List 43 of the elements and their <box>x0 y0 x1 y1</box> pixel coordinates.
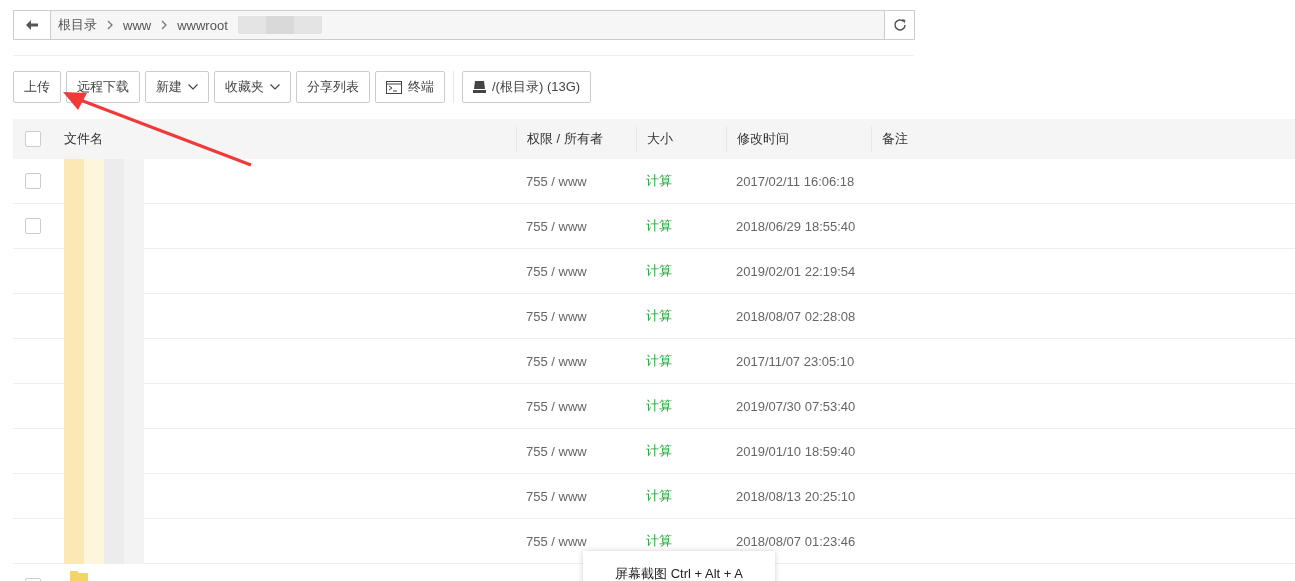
calculate-link[interactable]: 计算 <box>646 487 672 505</box>
permission-link[interactable]: 755 / www <box>526 488 587 504</box>
permission-link[interactable]: 755 / www <box>526 353 587 369</box>
calculate-link[interactable]: 计算 <box>646 172 672 190</box>
calculate-link[interactable]: 计算 <box>646 352 672 370</box>
calculate-link[interactable]: 计算 <box>646 217 672 235</box>
toolbar-button[interactable]: 上传 <box>13 71 61 103</box>
breadcrumb-link[interactable]: 根目录 <box>58 16 97 34</box>
permission-link[interactable]: 755 / www <box>526 443 587 459</box>
breadcrumb-link[interactable]: www <box>123 17 152 33</box>
table-cell: 2019/01/10 18:59:40 <box>736 443 856 459</box>
toolbar-button[interactable]: 终端 <box>375 71 445 103</box>
column-header[interactable]: 修改时间 <box>737 130 789 148</box>
toolbar-button[interactable]: 收藏夹 <box>214 71 291 103</box>
column-header[interactable]: 备注 <box>882 130 908 148</box>
toolbar-button[interactable]: /(根目录) (13G) <box>462 71 592 103</box>
permission-link[interactable]: 755 / www <box>526 533 587 549</box>
table-cell: 2017/02/11 16:06:18 <box>736 173 855 189</box>
toolbar-button[interactable]: 分享列表 <box>296 71 370 103</box>
calculate-link[interactable]: 计算 <box>646 397 672 415</box>
table-cell: 2018/06/29 18:55:40 <box>736 218 856 234</box>
permission-link[interactable]: 755 / www <box>526 263 587 279</box>
permission-link[interactable]: 755 / www <box>526 398 587 414</box>
permission-link[interactable]: 755 / www <box>526 308 587 324</box>
table-cell: 2017/11/07 23:05:10 <box>736 353 855 369</box>
column-header[interactable]: 文件名 <box>64 130 103 148</box>
table-cell: 2019/02/01 22:19:54 <box>736 263 856 279</box>
table-cell: 2019/07/30 07:53:40 <box>736 398 856 414</box>
column-header[interactable]: 大小 <box>647 130 673 148</box>
breadcrumb-link[interactable]: wwwroot <box>177 17 228 33</box>
calculate-link[interactable]: 计算 <box>646 442 672 460</box>
permission-link[interactable]: 755 / www <box>526 173 587 189</box>
tooltip: 屏幕截图 Ctrl + Alt + A <box>583 551 775 581</box>
calculate-link[interactable]: 计算 <box>646 307 672 325</box>
table-cell: 2018/08/07 02:28:08 <box>736 308 856 324</box>
table-cell: 2018/08/07 01:23:46 <box>736 533 856 549</box>
calculate-link[interactable]: 计算 <box>646 532 672 550</box>
calculate-link[interactable]: 计算 <box>646 262 672 280</box>
column-header[interactable]: 权限 / 所有者 <box>527 130 603 148</box>
table-cell: 2018/08/13 20:25:10 <box>736 488 856 504</box>
toolbar-button[interactable]: 新建 <box>145 71 209 103</box>
permission-link[interactable]: 755 / www <box>526 218 587 234</box>
toolbar-button[interactable]: 远程下载 <box>66 71 140 103</box>
